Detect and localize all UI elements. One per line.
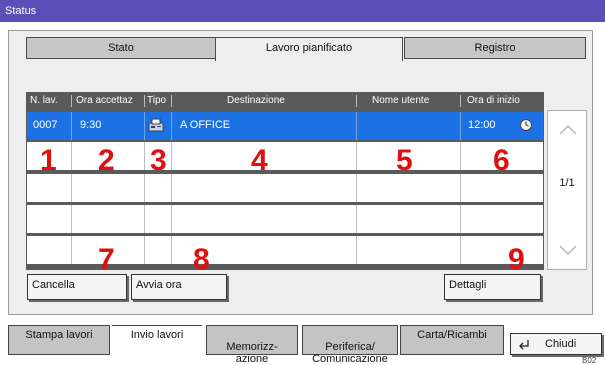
- figure-code: B02: [582, 356, 597, 365]
- tab-stato-label: Stato: [108, 42, 134, 54]
- bottom-tab-stampa-lavori[interactable]: Stampa lavori: [8, 325, 110, 355]
- page-scroller: 1/1: [547, 110, 587, 270]
- page-indicator: 1/1: [559, 177, 575, 189]
- tab-registro-label: Registro: [474, 42, 516, 54]
- bottom-tab-periferica[interactable]: Periferica/ Comunicazione: [302, 325, 398, 365]
- clock-icon: [519, 118, 533, 135]
- callout-6: 6: [493, 144, 510, 177]
- bottom-tab-invio-lavori-label: Invio lavori: [130, 329, 184, 341]
- callout-4: 4: [251, 144, 268, 177]
- bottom-tab-invio-lavori[interactable]: Invio lavori: [112, 325, 202, 355]
- scroll-up-button[interactable]: [556, 119, 580, 141]
- tab-stato[interactable]: Stato: [26, 37, 216, 59]
- header-type: Tipo: [147, 95, 167, 106]
- table-row[interactable]: [27, 205, 543, 233]
- accept-time: 9:30: [80, 119, 102, 131]
- chevron-up-icon: [559, 124, 577, 135]
- close-button-label: Chiudi: [545, 338, 577, 350]
- window-title: Status: [0, 0, 605, 22]
- job-number: 0007: [33, 119, 58, 131]
- header-job-no: N. lav.: [30, 95, 58, 106]
- scroll-down-button[interactable]: [556, 239, 580, 261]
- callout-9: 9: [508, 243, 525, 276]
- header-user: Nome utente: [372, 95, 430, 106]
- return-icon: [517, 338, 531, 358]
- details-button[interactable]: Dettagli: [444, 274, 541, 300]
- chevron-down-icon: [559, 245, 577, 256]
- header-accept-time: Ora accettaz: [76, 95, 133, 106]
- bottom-tab-stampa-lavori-label: Stampa lavori: [25, 329, 93, 341]
- start-now-button[interactable]: Avvia ora: [131, 274, 227, 300]
- callout-5: 5: [396, 144, 413, 177]
- callout-8: 8: [193, 243, 210, 276]
- tab-registro[interactable]: Registro: [404, 37, 586, 59]
- table-row[interactable]: [27, 174, 543, 202]
- fax-icon: [148, 118, 164, 135]
- tab-lavoro-pianificato-label: Lavoro pianificato: [265, 42, 353, 54]
- start-time: 12:00: [468, 119, 496, 131]
- header-destination: Destinazione: [227, 95, 285, 106]
- callout-7: 7: [98, 243, 115, 276]
- close-button[interactable]: Chiudi: [510, 333, 602, 355]
- table-row-selected[interactable]: 0007 9:30 A OFFICE 12:00: [27, 112, 543, 140]
- header-start-time: Ora di inizio: [467, 95, 520, 106]
- bottom-tab-memorizzazione-label: Memorizz- azione: [226, 341, 278, 365]
- job-list-header: N. lav. Ora accettaz Tipo Destinazione N…: [26, 92, 544, 110]
- bottom-tab-carta-ricambi[interactable]: Carta/Ricambi: [400, 325, 504, 355]
- bottom-tab-carta-ricambi-label: Carta/Ricambi: [417, 329, 487, 341]
- bottom-tab-periferica-label: Periferica/ Comunicazione: [312, 341, 388, 365]
- bottom-tab-memorizzazione[interactable]: Memorizz- azione: [206, 325, 298, 365]
- tab-lavoro-pianificato[interactable]: Lavoro pianificato: [215, 37, 403, 61]
- callout-3: 3: [150, 144, 167, 177]
- callout-1: 1: [40, 144, 57, 177]
- cancel-button[interactable]: Cancella: [27, 274, 127, 300]
- callout-2: 2: [98, 144, 115, 177]
- destination: A OFFICE: [180, 119, 231, 131]
